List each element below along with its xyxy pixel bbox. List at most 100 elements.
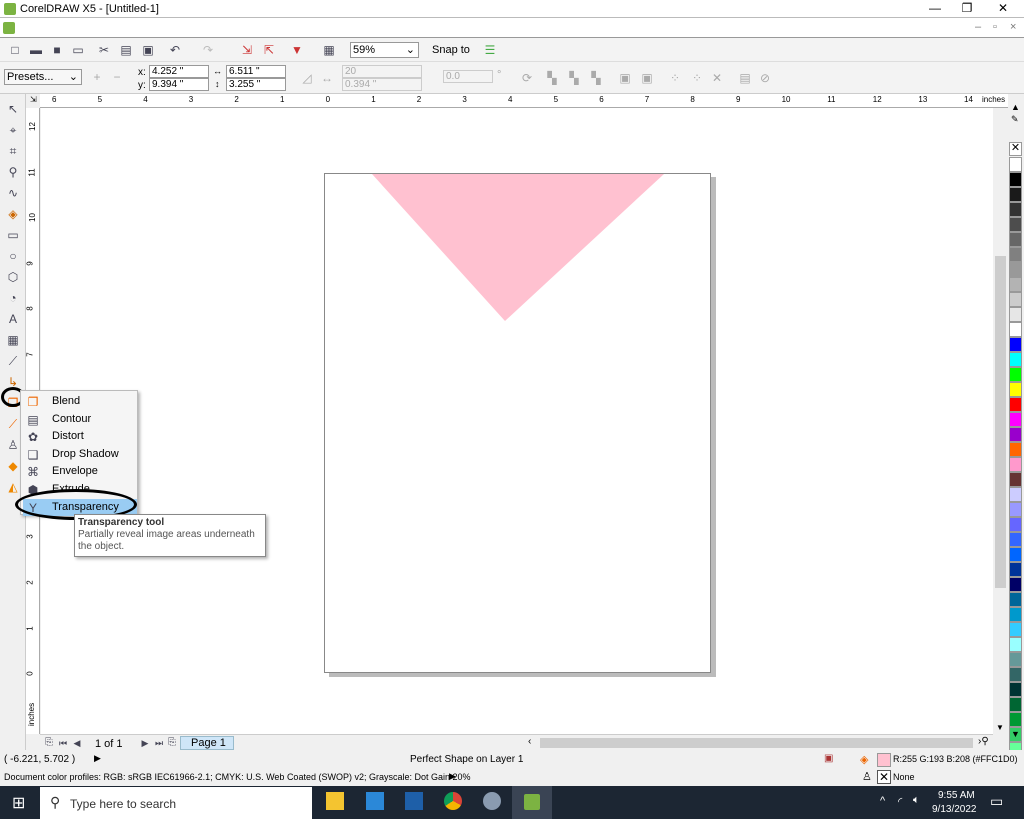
color-swatch[interactable]: [1009, 697, 1022, 712]
add-page-before-icon[interactable]: ⎘: [42, 736, 56, 750]
blend-spacing-icon[interactable]: ↔: [320, 71, 334, 85]
color-swatch[interactable]: [1009, 517, 1022, 532]
page-tab[interactable]: Page 1: [180, 736, 234, 750]
color-swatch[interactable]: [1009, 547, 1022, 562]
color-swatch[interactable]: [1009, 247, 1022, 262]
height-input[interactable]: 3.255 ": [226, 78, 286, 91]
color-swatch[interactable]: [1009, 337, 1022, 352]
flyout-item-drop-shadow[interactable]: ❑ Drop Shadow: [23, 446, 137, 463]
taskbar-search-box[interactable]: ⚲ Type here to search: [40, 787, 312, 819]
object-acceleration-icon[interactable]: ▣: [618, 71, 632, 85]
color-swatch[interactable]: [1009, 217, 1022, 232]
vertical-scroll-thumb[interactable]: [995, 256, 1006, 588]
doc-restore-button[interactable]: ▫: [993, 21, 997, 33]
color-swatch[interactable]: [1009, 412, 1022, 427]
fill-tool-icon[interactable]: ◆: [6, 459, 20, 473]
path-properties-icon[interactable]: ⁘: [690, 71, 704, 85]
interactive-fill-tool-icon[interactable]: ◭: [6, 480, 20, 494]
minimize-button[interactable]: —: [920, 1, 950, 17]
dimension-tool-icon[interactable]: ⟋: [6, 354, 20, 368]
volume-icon[interactable]: 🔈︎: [913, 794, 920, 807]
flyout-item-distort[interactable]: ✿ Distort: [23, 428, 137, 445]
save-icon[interactable]: ■: [50, 43, 64, 57]
options-icon[interactable]: ☰: [483, 43, 497, 57]
snap-to-button[interactable]: Snap to: [432, 44, 470, 56]
previous-page-icon[interactable]: ◀: [70, 736, 84, 750]
scroll-down-icon[interactable]: ▼: [996, 723, 1004, 732]
outline-tool-icon[interactable]: ♙: [6, 438, 20, 452]
steps-input[interactable]: 20: [342, 65, 422, 78]
flyout-item-envelope[interactable]: ⌘ Envelope: [23, 463, 137, 480]
print-icon[interactable]: ▭: [71, 43, 85, 57]
palette-scroll-up-icon[interactable]: ▲: [1011, 102, 1020, 112]
copy-blend-icon[interactable]: ▤: [738, 71, 752, 85]
color-swatch[interactable]: [1009, 562, 1022, 577]
x-position-input[interactable]: 4.252 ": [149, 65, 209, 78]
status-menu-arrow-icon[interactable]: ▶: [94, 753, 101, 764]
spacing-input[interactable]: 0.394 ": [342, 78, 422, 91]
color-swatch[interactable]: [1009, 277, 1022, 292]
next-page-icon[interactable]: ▶: [138, 736, 152, 750]
ellipse-tool-icon[interactable]: ○: [6, 249, 20, 263]
color-swatch[interactable]: [1009, 712, 1022, 727]
color-swatch[interactable]: [1009, 577, 1022, 592]
clockwise-blend-icon[interactable]: ▚: [567, 71, 581, 85]
color-swatch[interactable]: [1009, 622, 1022, 637]
new-icon[interactable]: □: [8, 43, 22, 57]
crop-tool-icon[interactable]: ⌗: [6, 144, 20, 158]
import-icon[interactable]: ⇲: [240, 43, 254, 57]
coreldraw-taskbar-button[interactable]: [512, 786, 552, 819]
cut-icon[interactable]: ✂: [97, 43, 111, 57]
no-color-swatch[interactable]: ✕: [1009, 142, 1022, 156]
pink-triangle-shape[interactable]: [372, 174, 664, 321]
network-icon[interactable]: ◜: [898, 795, 902, 808]
color-acceleration-icon[interactable]: ▣: [640, 71, 654, 85]
palette-scroll-down-icon[interactable]: ▼: [1011, 729, 1020, 739]
paint-icon[interactable]: [483, 792, 501, 810]
application-launcher-icon[interactable]: ▼: [290, 43, 304, 57]
zoom-tool-icon[interactable]: ⚲: [6, 165, 20, 179]
y-position-input[interactable]: 9.394 ": [149, 78, 209, 91]
palette-eyedropper-icon[interactable]: ✎: [1011, 114, 1019, 125]
color-swatch[interactable]: [1009, 592, 1022, 607]
pick-tool-icon[interactable]: ↖: [6, 102, 20, 116]
chrome-icon[interactable]: [444, 792, 462, 810]
color-swatch[interactable]: [1009, 232, 1022, 247]
last-page-icon[interactable]: ⏭: [152, 736, 166, 750]
export-icon[interactable]: ⇱: [262, 43, 276, 57]
remove-preset-icon[interactable]: −: [110, 70, 124, 84]
color-swatch[interactable]: [1009, 652, 1022, 667]
profiles-arrow-icon[interactable]: ▶: [449, 771, 456, 782]
clock-time[interactable]: 9:55 AM: [938, 790, 975, 801]
color-swatch[interactable]: [1009, 427, 1022, 442]
zoom-navigator-icon[interactable]: ›⚲: [978, 736, 989, 747]
text-tool-icon[interactable]: A: [6, 312, 20, 326]
flyout-item-blend[interactable]: ❐ Blend: [23, 393, 137, 410]
color-swatch[interactable]: [1009, 352, 1022, 367]
color-swatch[interactable]: [1009, 172, 1022, 187]
clock-date[interactable]: 9/13/2022: [932, 804, 977, 815]
windows-start-icon[interactable]: ⊞: [12, 793, 25, 813]
vertical-scrollbar[interactable]: ▼: [993, 108, 1008, 734]
direct-blend-icon[interactable]: ▚: [545, 71, 559, 85]
undo-icon[interactable]: ↶: [168, 43, 182, 57]
photos-icon[interactable]: [405, 792, 423, 810]
table-tool-icon[interactable]: ▦: [6, 333, 20, 347]
freehand-tool-icon[interactable]: ∿: [6, 186, 20, 200]
fill-color-swatch[interactable]: [877, 753, 891, 767]
color-swatch[interactable]: [1009, 472, 1022, 487]
drawing-page[interactable]: [324, 173, 711, 673]
file-explorer-icon[interactable]: [326, 792, 344, 810]
loop-blend-icon[interactable]: ⟳: [520, 71, 534, 85]
rectangle-tool-icon[interactable]: ▭: [6, 228, 20, 242]
scroll-left-icon[interactable]: ‹: [528, 736, 531, 747]
paste-icon[interactable]: ▣: [141, 43, 155, 57]
doc-close-button[interactable]: ×: [1010, 21, 1016, 33]
color-swatch[interactable]: [1009, 157, 1022, 172]
show-hidden-icons-icon[interactable]: ^: [880, 795, 885, 807]
color-swatch[interactable]: [1009, 307, 1022, 322]
color-swatch[interactable]: [1009, 637, 1022, 652]
color-swatch[interactable]: [1009, 532, 1022, 547]
close-button[interactable]: ✕: [988, 1, 1018, 17]
open-icon[interactable]: ▬: [29, 43, 43, 57]
